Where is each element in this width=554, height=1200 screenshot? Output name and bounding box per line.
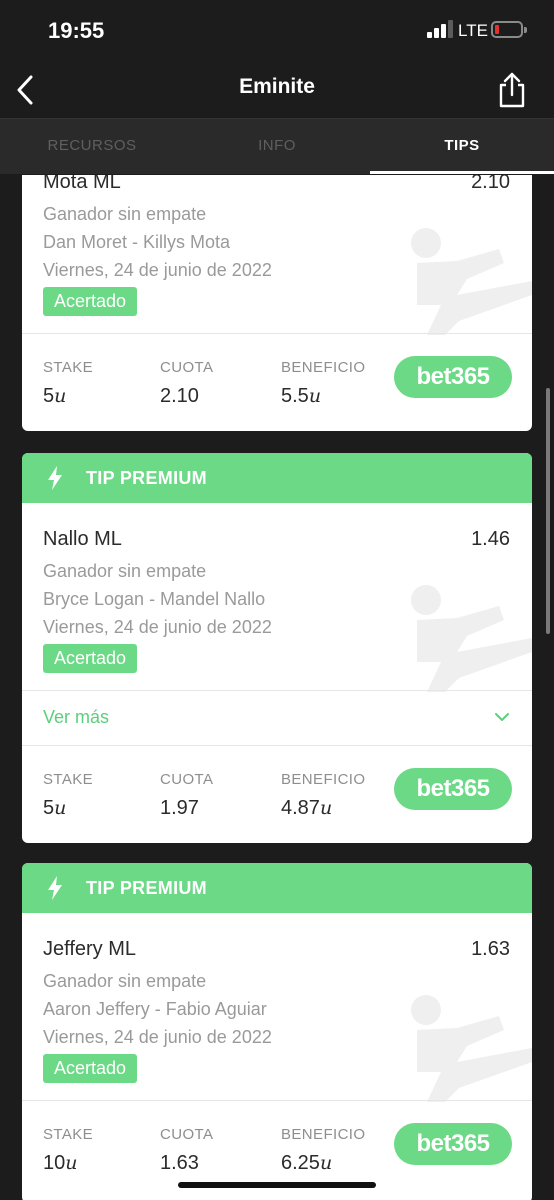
tip-date: Viernes, 24 de junio de 2022 xyxy=(43,617,272,637)
see-more-link[interactable]: Ver más xyxy=(43,707,109,728)
stats-row: STAKE CUOTA BENEFICIO 10u 1.63 6.25u bet… xyxy=(22,1101,532,1187)
see-more-row[interactable]: Ver más xyxy=(22,691,532,745)
premium-header: TIP PREMIUM xyxy=(22,453,532,503)
network-type: LTE xyxy=(458,21,488,40)
profit-amount: 5.5 xyxy=(281,385,309,407)
profit-label: BENEFICIO xyxy=(281,771,366,788)
tip-market: Ganador sin empate xyxy=(43,561,207,581)
tip-pick: Nallo ML xyxy=(43,528,122,550)
home-indicator[interactable] xyxy=(178,1182,376,1188)
tab-info[interactable]: INFO xyxy=(185,119,369,175)
stake-label: STAKE xyxy=(43,359,94,376)
bet365-button[interactable]: bet365 xyxy=(394,768,512,810)
kick-figure-icon xyxy=(411,228,532,335)
unit-symbol: u xyxy=(308,385,322,407)
profit-value: 4.87u xyxy=(281,797,332,820)
scrollbar[interactable] xyxy=(546,388,550,634)
chevron-down-icon[interactable] xyxy=(494,711,510,723)
unit-symbol: u xyxy=(65,1152,78,1174)
tips-list[interactable]: Mota ML 2.10 Ganador sin empate Dan More… xyxy=(0,175,554,1200)
tip-pick: Mota ML xyxy=(43,175,121,193)
kick-figure-icon xyxy=(411,585,532,692)
tab-bar: RECURSOS INFO TIPS xyxy=(0,118,554,174)
tip-market: Ganador sin empate xyxy=(43,204,207,224)
premium-label: TIP PREMIUM xyxy=(86,878,207,898)
premium-header: TIP PREMIUM xyxy=(22,863,532,913)
bet365-button[interactable]: bet365 xyxy=(394,356,512,398)
stake-amount: 10 xyxy=(43,1152,66,1174)
status-badge: Acertado xyxy=(43,644,138,673)
tip-event: Aaron Jeffery - Fabio Aguiar xyxy=(43,999,267,1019)
odds-label: CUOTA xyxy=(160,771,214,788)
tab-tips[interactable]: TIPS xyxy=(370,119,554,175)
kick-figure-icon xyxy=(411,995,532,1102)
bolt-icon xyxy=(48,466,62,490)
premium-label: TIP PREMIUM xyxy=(86,468,207,488)
unit-symbol: u xyxy=(54,385,67,407)
unit-symbol: u xyxy=(54,797,67,819)
unit-symbol: u xyxy=(319,797,333,819)
tip-details: Jeffery ML 1.63 Ganador sin empate Aaron… xyxy=(22,938,532,1102)
tip-details: Mota ML 2.10 Ganador sin empate Dan More… xyxy=(22,175,532,335)
tip-event: Bryce Logan - Mandel Nallo xyxy=(43,589,266,609)
status-badge: Acertado xyxy=(43,1054,138,1083)
status-time: 19:55 xyxy=(48,18,105,43)
tip-pick: Jeffery ML xyxy=(43,938,136,960)
status-badge: Acertado xyxy=(43,287,138,316)
stats-row: STAKE CUOTA BENEFICIO 5u 1.97 4.87u bet3… xyxy=(22,746,532,832)
stake-amount: 5 xyxy=(43,797,55,819)
tip-event: Dan Moret - Killys Mota xyxy=(43,232,231,252)
stake-label: STAKE xyxy=(43,1126,94,1143)
stake-value: 5u xyxy=(43,385,66,408)
stake-amount: 5 xyxy=(43,385,55,407)
tip-date: Viernes, 24 de junio de 2022 xyxy=(43,260,272,280)
stats-row: STAKE CUOTA BENEFICIO 5u 2.10 5.5u bet36… xyxy=(22,334,532,420)
profit-value: 6.25u xyxy=(281,1152,332,1175)
battery-icon xyxy=(491,21,527,38)
tip-details: Nallo ML 1.46 Ganador sin empate Bryce L… xyxy=(22,528,532,692)
profit-amount: 4.87 xyxy=(281,797,320,819)
signal-strength-icon xyxy=(427,20,453,38)
profit-amount: 6.25 xyxy=(281,1152,320,1174)
odds-label: CUOTA xyxy=(160,1126,214,1143)
page-title: Eminite xyxy=(239,75,315,98)
tab-recursos[interactable]: RECURSOS xyxy=(0,119,184,175)
unit-symbol: u xyxy=(319,1152,333,1174)
profit-label: BENEFICIO xyxy=(281,1126,366,1143)
bet365-button[interactable]: bet365 xyxy=(394,1123,512,1165)
tip-card: Mota ML 2.10 Ganador sin empate Dan More… xyxy=(22,175,532,431)
tip-odds: 1.63 xyxy=(471,938,510,960)
tip-card: TIP PREMIUM Nallo ML 1.46 Ganador sin em… xyxy=(22,453,532,843)
status-bar: 19:55 LTE xyxy=(0,0,554,62)
tip-odds: 2.10 xyxy=(471,175,510,193)
active-tab-indicator xyxy=(370,171,554,174)
stake-value: 10u xyxy=(43,1152,78,1175)
bolt-icon xyxy=(48,876,62,900)
tip-market: Ganador sin empate xyxy=(43,971,207,991)
share-icon[interactable] xyxy=(496,71,528,109)
profit-label: BENEFICIO xyxy=(281,359,366,376)
tip-card: TIP PREMIUM Jeffery ML 1.63 Ganador sin … xyxy=(22,863,532,1200)
tip-date: Viernes, 24 de junio de 2022 xyxy=(43,1027,272,1047)
tip-odds: 1.46 xyxy=(471,528,510,550)
odds-label: CUOTA xyxy=(160,359,214,376)
nav-bar: Eminite xyxy=(0,62,554,118)
odds-value: 1.63 xyxy=(160,1152,199,1174)
odds-value: 2.10 xyxy=(160,385,199,407)
stake-label: STAKE xyxy=(43,771,94,788)
stake-value: 5u xyxy=(43,797,66,820)
odds-value: 1.97 xyxy=(160,797,199,819)
profit-value: 5.5u xyxy=(281,385,321,408)
